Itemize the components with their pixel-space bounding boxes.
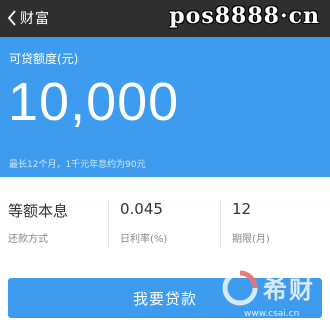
daily-rate-caption: 日利率(%) xyxy=(120,234,168,245)
term-stat: 12 期限(月) xyxy=(232,192,322,254)
brand-url-watermark: www.csai.cn xyxy=(244,309,300,319)
back-button[interactable]: 财富 xyxy=(6,7,50,29)
repayment-method-value: 等额本息 xyxy=(8,202,69,220)
daily-rate-value: 0.045 xyxy=(120,200,163,218)
apply-loan-label: 我要贷款 xyxy=(132,289,197,308)
credit-limit-label: 可贷额度(元) xyxy=(9,52,79,66)
repayment-method-stat: 等额本息 还款方式 xyxy=(8,192,108,254)
back-label: 财富 xyxy=(20,11,50,27)
top-bar: 财富 pos8888·cn xyxy=(0,0,330,37)
stat-divider xyxy=(220,200,221,248)
loan-terms-row: 等额本息 还款方式 0.045 日利率(%) 12 期限(月) xyxy=(0,192,330,254)
term-value: 12 xyxy=(232,200,252,218)
daily-rate-stat: 0.045 日利率(%) xyxy=(120,192,220,254)
stat-divider xyxy=(108,200,109,248)
brand-logo-icon xyxy=(222,270,258,306)
loan-summary-panel: 可贷额度(元) 10,000 最长12个月，1千元年息约为90元 xyxy=(0,37,330,177)
loan-term-note: 最长12个月，1千元年息约为90元 xyxy=(9,160,146,170)
brand-watermark: 希财 xyxy=(263,276,315,304)
repayment-method-caption: 还款方式 xyxy=(8,234,48,245)
site-watermark: pos8888·cn xyxy=(169,3,320,29)
term-caption: 期限(月) xyxy=(232,234,270,245)
chevron-left-icon xyxy=(7,10,16,26)
credit-limit-amount: 10,000 xyxy=(8,72,180,132)
